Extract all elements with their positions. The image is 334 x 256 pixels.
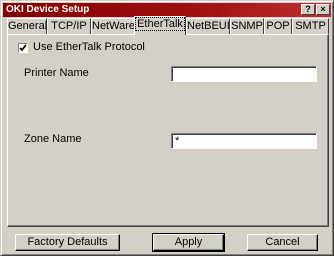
use-ethertalk-label[interactable]: Use EtherTalk Protocol xyxy=(33,41,145,54)
tab-tcpip-label: TCP/IP xyxy=(51,20,87,32)
tab-netware[interactable]: NetWare xyxy=(91,18,135,34)
tab-pop-label: POP xyxy=(266,20,290,32)
tab-general-label: General xyxy=(8,20,48,32)
zone-name-field[interactable]: * xyxy=(171,133,317,149)
zone-name-label: Zone Name xyxy=(24,133,82,145)
tab-general[interactable]: General xyxy=(7,18,47,34)
ethertalk-panel: Use EtherTalk Protocol Printer Name Zone… xyxy=(7,34,329,227)
tab-strip: General TCP/IP NetWare EtherTalk NetBEUI… xyxy=(7,16,329,35)
window-title: OKI Device Setup xyxy=(6,4,90,15)
tab-netbeui[interactable]: NetBEUI xyxy=(186,18,230,34)
help-button[interactable]: ? xyxy=(301,4,315,15)
device-setup-window: OKI Device Setup ? × General TCP/IP NetW… xyxy=(0,0,334,256)
tab-ethertalk[interactable]: EtherTalk xyxy=(134,16,186,35)
tab-smtp[interactable]: SMTP xyxy=(292,18,329,34)
tab-ethertalk-label: EtherTalk xyxy=(135,17,185,31)
close-button[interactable]: × xyxy=(316,4,330,15)
title-bar[interactable]: OKI Device Setup ? × xyxy=(3,3,331,17)
cancel-button[interactable]: Cancel xyxy=(247,234,318,251)
tab-pop[interactable]: POP xyxy=(264,18,292,34)
tab-snmp[interactable]: SNMP xyxy=(230,18,264,34)
tab-netware-label: NetWare xyxy=(92,20,135,32)
use-ethertalk-checkbox[interactable] xyxy=(18,43,28,53)
printer-name-label: Printer Name xyxy=(24,67,89,79)
factory-defaults-button[interactable]: Factory Defaults xyxy=(15,234,120,251)
tab-netbeui-label: NetBEUI xyxy=(187,20,230,32)
printer-name-field[interactable] xyxy=(171,66,317,82)
tab-tcpip[interactable]: TCP/IP xyxy=(47,18,91,34)
apply-button[interactable]: Apply xyxy=(152,233,225,252)
tab-smtp-label: SMTP xyxy=(295,20,326,32)
checkmark-icon xyxy=(19,44,27,52)
tab-snmp-label: SNMP xyxy=(231,20,263,32)
